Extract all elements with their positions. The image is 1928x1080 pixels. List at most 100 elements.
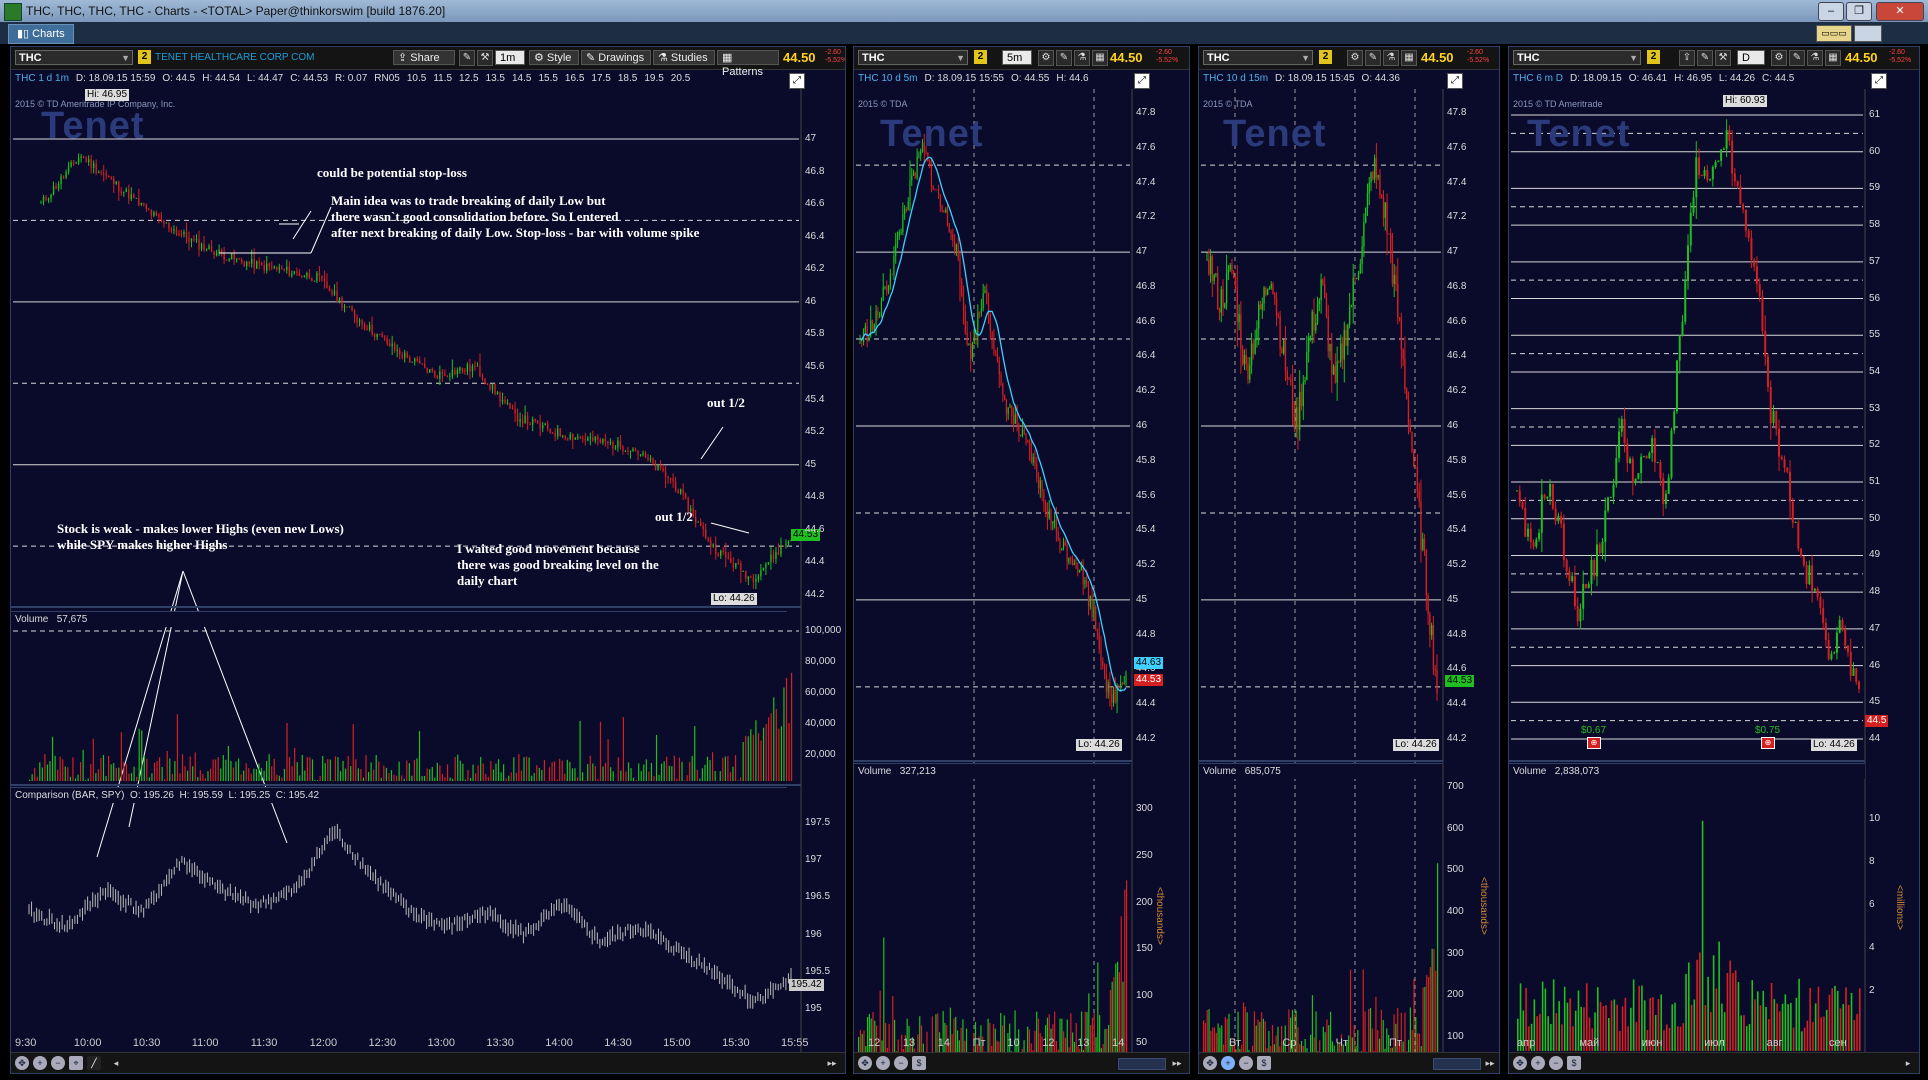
zoom-out-icon[interactable]: − [51, 1056, 65, 1070]
volume-bar [711, 752, 714, 781]
dollar-icon[interactable]: $ [1257, 1056, 1271, 1070]
axis-tick-label: 60,000 [805, 687, 836, 698]
window-menu-button[interactable] [1854, 25, 1882, 42]
candle-body [1282, 340, 1285, 354]
horizontal-scrollbar[interactable] [1433, 1058, 1481, 1070]
volume-bar [44, 754, 46, 781]
move-icon[interactable]: ✥ [1513, 1056, 1527, 1070]
candle-body [1275, 298, 1278, 316]
scroll-right-icon[interactable]: ▸ [1901, 1056, 1915, 1070]
chart-canvas-daily[interactable] [1509, 47, 1920, 1074]
candle-body [293, 271, 296, 274]
axis-tick-label: 2 [1869, 985, 1875, 996]
tab-charts[interactable]: ▮▯ Charts [8, 24, 74, 44]
volume-bar [1109, 990, 1112, 1055]
dollar-icon[interactable]: $ [912, 1056, 926, 1070]
horizontal-scrollbar[interactable] [1118, 1058, 1166, 1070]
dividend-marker-icon[interactable]: ⊕ [1587, 737, 1601, 749]
volume-bar [1547, 1016, 1549, 1051]
time-tick-label: 13 [902, 1037, 916, 1049]
dollar-icon[interactable]: $ [1567, 1056, 1581, 1070]
volume-bar [362, 777, 365, 781]
candle-body [1043, 491, 1045, 503]
volume-bar [360, 769, 362, 781]
candle-body [742, 570, 745, 572]
volume-bar [584, 780, 586, 781]
zoom-in-icon[interactable]: + [1221, 1056, 1235, 1070]
candle-body [775, 551, 777, 560]
line-tool-icon[interactable]: ╱ [87, 1056, 101, 1070]
candle-body [446, 375, 449, 377]
candle-body [1265, 287, 1267, 295]
grid-layout-button[interactable]: ▭▭▭ [1816, 25, 1852, 42]
minimize-button[interactable]: – [1818, 2, 1844, 21]
candle-body [1041, 480, 1043, 492]
volume-bar [1259, 1021, 1261, 1055]
scroll-right-icon[interactable]: ▸▸ [1483, 1056, 1497, 1070]
volume-bar [1369, 1008, 1372, 1055]
volume-bar [339, 771, 342, 781]
axis-tick-label: 46 [805, 295, 817, 307]
candle-body [1634, 478, 1637, 483]
move-icon[interactable]: ✥ [1203, 1056, 1217, 1070]
scroll-right-icon[interactable]: ▸▸ [1170, 1056, 1184, 1070]
volume-bar [1676, 1026, 1679, 1051]
volume-bar [199, 769, 201, 781]
candle-body [893, 255, 895, 275]
candle-body [609, 441, 612, 444]
axis-tick-label: 61 [1869, 109, 1881, 120]
zoom-in-icon[interactable]: + [1531, 1056, 1545, 1070]
candle-body [1518, 490, 1521, 503]
volume-bar [1613, 999, 1616, 1051]
axis-tick-label: 45.4 [1136, 524, 1156, 536]
candle-body [710, 540, 712, 547]
volume-bar [1690, 1004, 1693, 1051]
volume-bar [36, 776, 38, 781]
price-tag: 44.5 [1865, 715, 1889, 727]
candle-body [1384, 202, 1386, 219]
candle-body [722, 550, 724, 553]
candle-body [1434, 668, 1436, 671]
candle-body [1413, 451, 1415, 467]
zoom-out-icon[interactable]: − [894, 1056, 908, 1070]
volume-bar [240, 774, 242, 781]
close-button[interactable]: ✕ [1876, 2, 1924, 21]
volume-bar [1850, 992, 1853, 1051]
volume-bar [169, 758, 171, 781]
volume-bar [204, 778, 207, 781]
candle-body [1540, 494, 1543, 533]
time-tick-label: 11:30 [250, 1037, 278, 1049]
volume-bar [212, 759, 214, 781]
candle-body [1527, 528, 1530, 537]
crosshair-icon[interactable]: ⌖ [69, 1056, 83, 1070]
maximize-button[interactable]: ❐ [1846, 2, 1872, 21]
zoom-in-icon[interactable]: + [33, 1056, 47, 1070]
volume-bar [1550, 1023, 1552, 1051]
candle-body [682, 489, 684, 494]
candle-body [516, 413, 519, 422]
zoom-out-icon[interactable]: − [1239, 1056, 1253, 1070]
candle-body [1309, 336, 1312, 338]
volume-bar [324, 763, 326, 781]
zoom-out-icon[interactable]: − [1549, 1056, 1563, 1070]
candle-body [1295, 407, 1297, 427]
candle-body [235, 258, 238, 260]
volume-bar [179, 773, 181, 781]
candle-body [970, 343, 972, 360]
price-tag: 44.53 [1445, 675, 1475, 687]
scroll-right-icon[interactable]: ▸▸ [825, 1056, 839, 1070]
axis-tick-label: 150 [1136, 943, 1153, 955]
move-icon[interactable]: ✥ [15, 1056, 29, 1070]
annotation-main-idea: Main idea was to trade breaking of daily… [331, 193, 700, 240]
dividend-marker-icon[interactable]: ⊕ [1761, 737, 1775, 749]
candle-body [388, 344, 391, 347]
zoom-in-icon[interactable]: + [876, 1056, 890, 1070]
scroll-left-icon[interactable]: ◂ [109, 1056, 123, 1070]
move-icon[interactable]: ✥ [858, 1056, 872, 1070]
candle-body [85, 157, 87, 163]
candle-body [466, 364, 469, 372]
candle-body [326, 281, 328, 289]
candle-body [479, 365, 481, 376]
candle-body [1516, 490, 1518, 492]
candle-body [1103, 666, 1106, 676]
